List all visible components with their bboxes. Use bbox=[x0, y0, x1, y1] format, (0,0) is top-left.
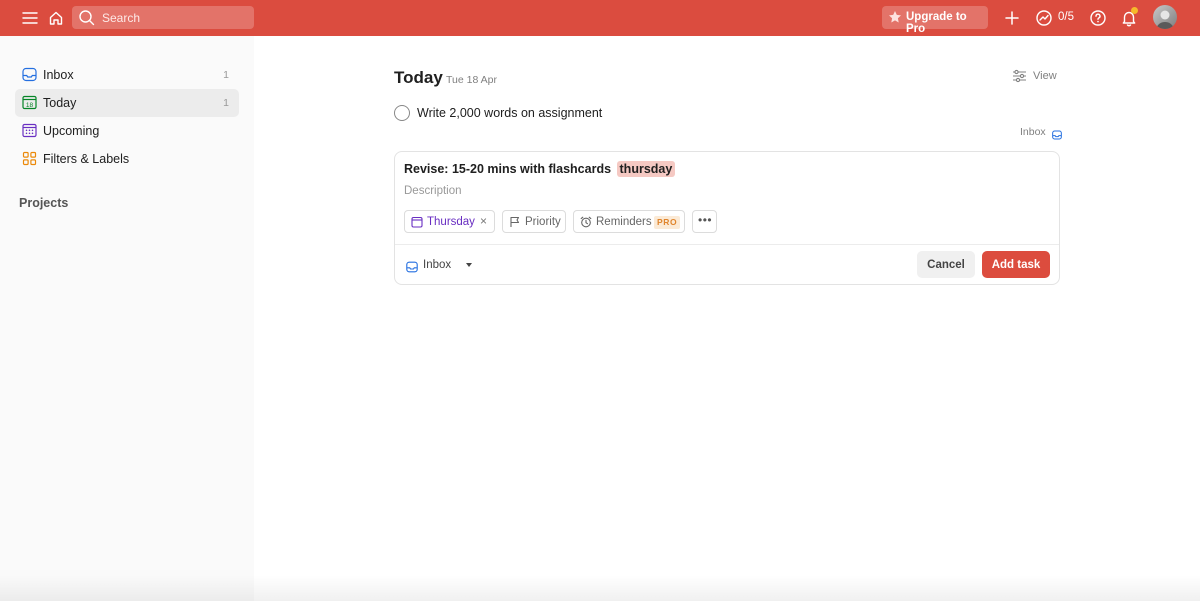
home-icon[interactable] bbox=[44, 6, 68, 30]
sliders-icon bbox=[1012, 69, 1027, 88]
bottom-shade bbox=[0, 575, 1200, 601]
priority-label: Priority bbox=[525, 216, 561, 228]
sidebar-item-today[interactable]: 18 Today 1 bbox=[15, 89, 239, 117]
task-name-text: Revise: 15-20 mins with flashcards bbox=[404, 162, 612, 176]
more-actions-button[interactable]: ••• bbox=[692, 210, 717, 233]
sidebar: Inbox 1 18 Today 1 Upcoming Filters & La… bbox=[0, 36, 254, 601]
menu-icon[interactable] bbox=[18, 6, 42, 30]
flag-icon bbox=[509, 215, 521, 233]
calendar-today-icon: 18 bbox=[22, 95, 37, 110]
description-input[interactable]: Description bbox=[404, 185, 462, 197]
task-checkbox[interactable] bbox=[394, 105, 410, 121]
alarm-clock-icon bbox=[580, 215, 592, 233]
inbox-icon bbox=[406, 260, 418, 278]
priority-button[interactable]: Priority bbox=[502, 210, 566, 233]
avatar[interactable] bbox=[1153, 5, 1177, 29]
view-button[interactable]: View bbox=[1012, 68, 1060, 86]
view-label: View bbox=[1033, 70, 1057, 82]
pro-badge: PRO bbox=[654, 216, 681, 229]
help-icon[interactable] bbox=[1086, 6, 1110, 30]
task-editor: Revise: 15-20 mins with flashcards thurs… bbox=[394, 151, 1060, 285]
task-project-text: Inbox bbox=[1020, 126, 1046, 138]
top-bar: Search Upgrade to Pro 0/5 bbox=[0, 0, 1200, 36]
add-task-button[interactable]: Add task bbox=[982, 251, 1050, 278]
reminders-button[interactable]: Reminders PRO bbox=[573, 210, 685, 233]
task-content[interactable]: Write 2,000 words on assignment bbox=[417, 106, 602, 120]
project-selector-label: Inbox bbox=[423, 259, 452, 271]
main-content: Today Tue 18 Apr View Write 2,000 words … bbox=[254, 36, 1200, 601]
sidebar-item-inbox[interactable]: Inbox 1 bbox=[15, 61, 239, 89]
sidebar-item-label: Upcoming bbox=[43, 124, 100, 138]
upgrade-to-pro-button[interactable]: Upgrade to Pro bbox=[882, 6, 988, 35]
editor-divider bbox=[395, 244, 1059, 245]
more-icon: ••• bbox=[698, 213, 713, 227]
filters-icon bbox=[22, 151, 37, 166]
upgrade-label: Upgrade to Pro bbox=[906, 11, 967, 35]
search-input[interactable]: Search bbox=[72, 6, 254, 29]
cancel-button[interactable]: Cancel bbox=[917, 251, 975, 278]
calendar-upcoming-icon bbox=[22, 123, 37, 138]
calendar-icon bbox=[411, 215, 423, 233]
sidebar-item-count: 1 bbox=[223, 97, 229, 109]
task-project-label[interactable]: Inbox bbox=[1014, 126, 1062, 140]
star-icon bbox=[888, 10, 902, 29]
date-highlight: thursday bbox=[616, 161, 676, 177]
inbox-icon bbox=[1052, 127, 1062, 145]
task-name-input[interactable]: Revise: 15-20 mins with flashcards thurs… bbox=[404, 161, 676, 177]
productivity-icon[interactable] bbox=[1032, 6, 1056, 30]
close-icon[interactable]: × bbox=[480, 214, 487, 228]
plus-icon[interactable] bbox=[1000, 6, 1024, 30]
sidebar-item-label: Filters & Labels bbox=[43, 152, 130, 166]
due-date-label: Thursday bbox=[427, 216, 475, 228]
inbox-icon bbox=[22, 67, 37, 82]
sidebar-item-filters-labels[interactable]: Filters & Labels bbox=[15, 145, 239, 173]
reminders-label: Reminders bbox=[596, 216, 652, 228]
svg-text:18: 18 bbox=[26, 102, 34, 109]
project-selector[interactable]: Inbox bbox=[405, 257, 475, 275]
sidebar-item-count: 1 bbox=[223, 69, 229, 81]
projects-heading[interactable]: Projects bbox=[19, 196, 68, 210]
search-placeholder: Search bbox=[102, 11, 141, 25]
task-item[interactable]: Write 2,000 words on assignment bbox=[394, 104, 1054, 126]
search-icon bbox=[78, 9, 95, 31]
notification-dot bbox=[1131, 7, 1138, 14]
chevron-down-icon bbox=[466, 263, 472, 267]
page-title: Today bbox=[394, 68, 443, 87]
sidebar-item-label: Today bbox=[43, 96, 77, 110]
due-date-chip[interactable]: Thursday × bbox=[404, 210, 495, 233]
karma-count[interactable]: 0/5 bbox=[1058, 11, 1074, 23]
sidebar-item-label: Inbox bbox=[43, 68, 74, 82]
sidebar-item-upcoming[interactable]: Upcoming bbox=[15, 117, 239, 145]
page-date: Tue 18 Apr bbox=[446, 74, 497, 86]
